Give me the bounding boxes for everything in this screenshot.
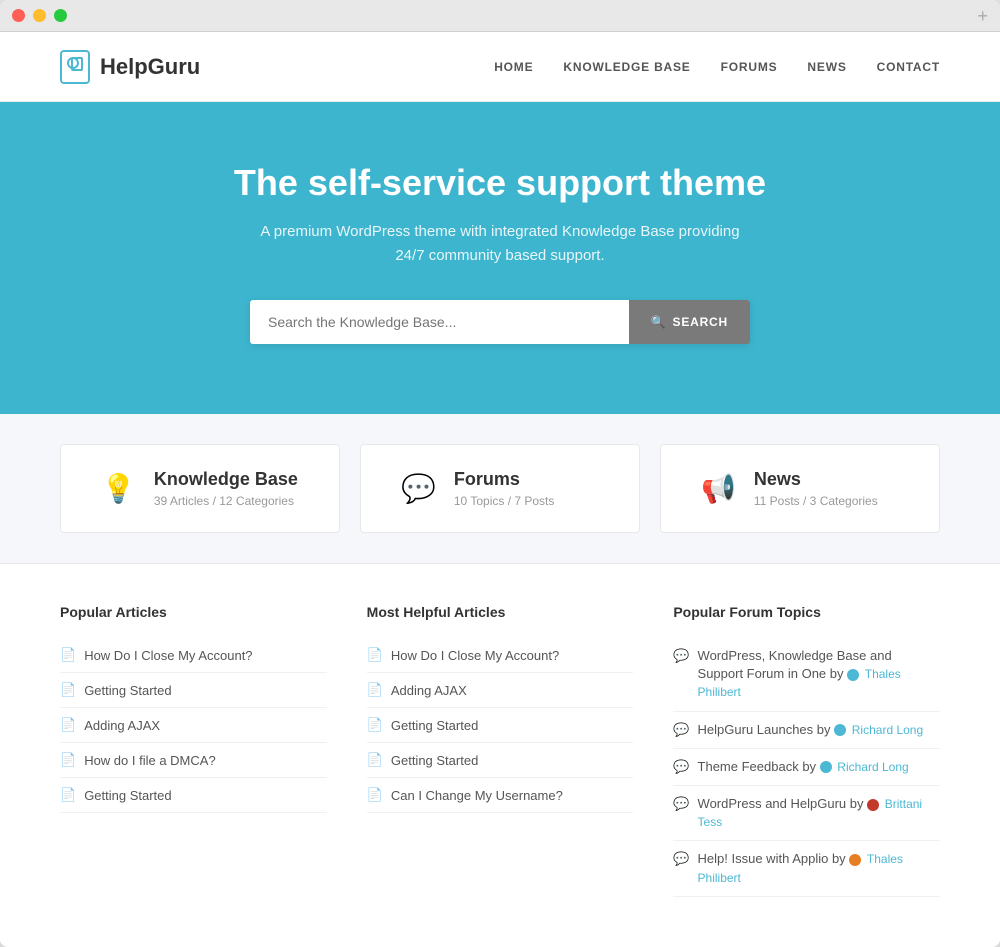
avatar [820, 761, 832, 773]
list-item[interactable]: 💬 HelpGuru Launches by Richard Long [673, 712, 940, 749]
site-header: HelpGuru HOME KNOWLEDGE BASE FORUMS NEWS… [0, 32, 1000, 102]
hero-title: The self-service support theme [20, 162, 980, 204]
forum-icon: 💬 [673, 850, 689, 868]
article-icon: 📄 [60, 647, 76, 663]
forum-icon: 💬 [673, 647, 689, 665]
stat-title-forums: Forums [454, 469, 555, 490]
forum-author-link[interactable]: Richard Long [837, 760, 908, 774]
list-item[interactable]: 💬 Help! Issue with Applio by Thales Phil… [673, 841, 940, 896]
list-item[interactable]: 📄 How do I file a DMCA? [60, 743, 327, 778]
stat-title-knowledge-base: Knowledge Base [154, 469, 298, 490]
nav-forums[interactable]: FORUMS [721, 60, 778, 74]
nav-knowledge-base[interactable]: KNOWLEDGE BASE [563, 60, 690, 74]
minimize-btn[interactable] [33, 9, 46, 22]
titlebar: + [0, 0, 1000, 32]
search-icon: 🔍 [651, 315, 667, 329]
stat-info-knowledge-base: Knowledge Base 39 Articles / 12 Categori… [154, 469, 298, 508]
avatar [834, 724, 846, 736]
list-item[interactable]: 📄 Getting Started [60, 778, 327, 813]
logo-text: HelpGuru [100, 54, 200, 80]
stat-card-forums[interactable]: 💬 Forums 10 Topics / 7 Posts [360, 444, 640, 533]
list-item[interactable]: 💬 WordPress, Knowledge Base and Support … [673, 638, 940, 712]
list-item[interactable]: 📄 Adding AJAX [60, 708, 327, 743]
new-tab-icon[interactable]: + [977, 7, 988, 25]
popular-articles-title: Popular Articles [60, 604, 327, 620]
article-icon: 📄 [60, 752, 76, 768]
hero-subtitle: A premium WordPress theme with integrate… [250, 220, 750, 268]
forum-icon: 💬 [673, 721, 689, 739]
article-icon: 📄 [367, 787, 383, 803]
site-nav: HOME KNOWLEDGE BASE FORUMS NEWS CONTACT [494, 60, 940, 74]
avatar [847, 669, 859, 681]
forums-icon: 💬 [401, 472, 436, 505]
article-icon: 📄 [367, 752, 383, 768]
search-button-label: SEARCH [673, 315, 728, 329]
close-btn[interactable] [12, 9, 25, 22]
article-icon: 📄 [60, 682, 76, 698]
helpful-articles-col: Most Helpful Articles 📄 How Do I Close M… [367, 604, 634, 897]
hero-section: The self-service support theme A premium… [0, 102, 1000, 414]
stats-section: 💡 Knowledge Base 39 Articles / 12 Catego… [0, 414, 1000, 564]
forum-topics-title: Popular Forum Topics [673, 604, 940, 620]
list-item[interactable]: 📄 How Do I Close My Account? [60, 638, 327, 673]
article-icon: 📄 [367, 717, 383, 733]
list-item[interactable]: 💬 Theme Feedback by Richard Long [673, 749, 940, 786]
news-icon: 📢 [701, 472, 736, 505]
helpful-articles-title: Most Helpful Articles [367, 604, 634, 620]
maximize-btn[interactable] [54, 9, 67, 22]
search-button[interactable]: 🔍 SEARCH [629, 300, 750, 344]
articles-section: Popular Articles 📄 How Do I Close My Acc… [0, 564, 1000, 947]
stat-sub-forums: 10 Topics / 7 Posts [454, 494, 555, 508]
stat-sub-knowledge-base: 39 Articles / 12 Categories [154, 494, 298, 508]
knowledge-base-icon: 💡 [101, 472, 136, 505]
stat-sub-news: 11 Posts / 3 Categories [754, 494, 878, 508]
nav-news[interactable]: NEWS [807, 60, 846, 74]
nav-home[interactable]: HOME [494, 60, 533, 74]
article-icon: 📄 [367, 647, 383, 663]
popular-articles-col: Popular Articles 📄 How Do I Close My Acc… [60, 604, 327, 897]
stat-info-news: News 11 Posts / 3 Categories [754, 469, 878, 508]
stat-card-news[interactable]: 📢 News 11 Posts / 3 Categories [660, 444, 940, 533]
stat-title-news: News [754, 469, 878, 490]
list-item[interactable]: 📄 How Do I Close My Account? [367, 638, 634, 673]
list-item[interactable]: 📄 Can I Change My Username? [367, 778, 634, 813]
list-item[interactable]: 📄 Adding AJAX [367, 673, 634, 708]
forum-icon: 💬 [673, 758, 689, 776]
stat-info-forums: Forums 10 Topics / 7 Posts [454, 469, 555, 508]
search-input[interactable] [250, 300, 629, 344]
forum-topics-col: Popular Forum Topics 💬 WordPress, Knowle… [673, 604, 940, 897]
article-icon: 📄 [60, 717, 76, 733]
logo[interactable]: HelpGuru [60, 50, 200, 84]
logo-icon [60, 50, 90, 84]
stat-card-knowledge-base[interactable]: 💡 Knowledge Base 39 Articles / 12 Catego… [60, 444, 340, 533]
avatar [867, 799, 879, 811]
list-item[interactable]: 💬 WordPress and HelpGuru by Brittani Tes… [673, 786, 940, 841]
avatar [849, 854, 861, 866]
browser-window: + HelpGuru HOME KNOWLEDGE BASE FORUMS NE… [0, 0, 1000, 947]
article-icon: 📄 [60, 787, 76, 803]
forum-author-link[interactable]: Richard Long [852, 723, 923, 737]
nav-contact[interactable]: CONTACT [877, 60, 940, 74]
article-icon: 📄 [367, 682, 383, 698]
list-item[interactable]: 📄 Getting Started [367, 743, 634, 778]
forum-icon: 💬 [673, 795, 689, 813]
search-bar: 🔍 SEARCH [250, 300, 750, 344]
list-item[interactable]: 📄 Getting Started [367, 708, 634, 743]
list-item[interactable]: 📄 Getting Started [60, 673, 327, 708]
